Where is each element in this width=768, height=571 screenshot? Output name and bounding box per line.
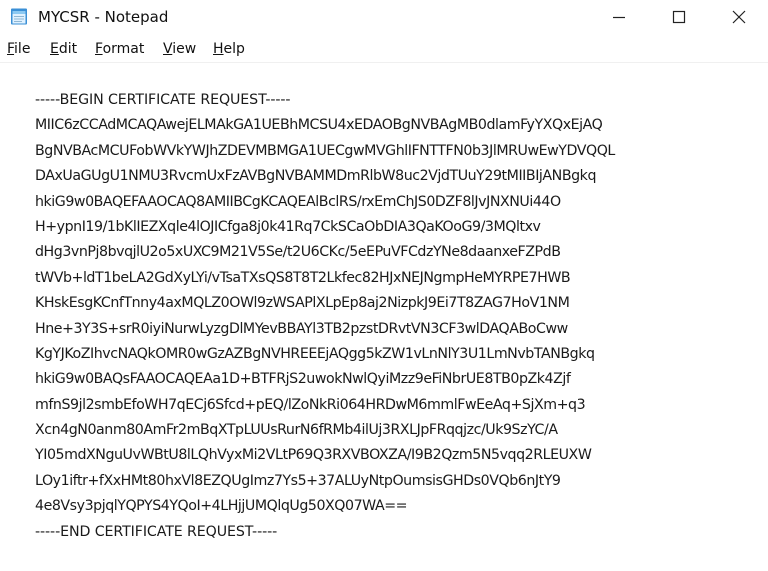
minimize-button[interactable] xyxy=(590,0,648,34)
csr-body-line: mfnS9jl2smbEfoWH7qECj6Sfcd+pEQ/lZoNkRi06… xyxy=(35,396,586,413)
csr-body-line: MIIC6zCCAdMCAQAwejELMAkGA1UEBhMCSU4xEDAO… xyxy=(35,117,603,134)
title-bar[interactable]: MYCSR - Notepad xyxy=(0,0,768,34)
csr-body-line: hkiG9w0BAQEFAAOCAQ8AMIIBCgKCAQEAlBclRS/r… xyxy=(35,193,561,210)
menu-help[interactable]: Help xyxy=(213,41,245,58)
text-editor[interactable]: -----BEGIN CERTIFICATE REQUEST----- MIIC… xyxy=(0,63,768,571)
csr-begin-line: -----BEGIN CERTIFICATE REQUEST----- xyxy=(35,92,291,108)
maximize-button[interactable] xyxy=(650,0,708,34)
close-icon xyxy=(732,10,746,24)
minimize-icon xyxy=(613,16,625,19)
csr-body-line: Xcn4gN0anm80AmFr2mBqXTpLUUsRurN6fRMb4ilU… xyxy=(35,422,558,439)
csr-body-line: H+ypnI19/1bKlIEZXqle4lOJICfga8j0k41Rq7Ck… xyxy=(35,218,541,235)
menu-view[interactable]: View xyxy=(163,41,196,58)
menu-edit[interactable]: Edit xyxy=(50,41,77,58)
window-title: MYCSR - Notepad xyxy=(38,8,169,26)
csr-body-line: YI05mdXNguUvWBtU8lLQhVyxMi2VLtP69Q3RXVBO… xyxy=(35,447,592,464)
csr-body-line: 4e8Vsy3pjqlYQPYS4YQoI+4LHjjUMQlqUg50XQ07… xyxy=(35,498,408,515)
csr-end-line: -----END CERTIFICATE REQUEST----- xyxy=(35,523,278,540)
csr-body-line: dHg3vnPj8bvqjlU2o5xUXC9M21V5Se/t2U6CKc/5… xyxy=(35,244,561,261)
csr-body-line: DAxUaGUgU1NMU3RvcmUxFzAVBgNVBAMMDmRlbW8u… xyxy=(35,168,597,185)
csr-body-line: KgYJKoZIhvcNAQkOMR0wGzAZBgNVHREEEjAQgg5k… xyxy=(35,345,595,362)
csr-body-line: KHskEsgKCnfTnny4axMQLZ0OWl9zWSAPlXLpEp8a… xyxy=(35,295,570,312)
csr-body-line: BgNVBAcMCUFobWVkYWJhZDEVMBMGA1UECgwMVGhl… xyxy=(35,142,615,159)
csr-body-line: LOy1iftr+fXxHMt80hxVl8EZQUgImz7Ys5+37ALU… xyxy=(35,472,561,489)
menu-format[interactable]: Format xyxy=(95,41,144,58)
csr-body-line: Hne+3Y3S+srR0iyiNurwLyzgDlMYevBBAYl3TB2p… xyxy=(35,320,568,337)
notepad-window: MYCSR - Notepad File Edit Format View He… xyxy=(0,0,768,571)
maximize-icon xyxy=(672,10,686,24)
close-button[interactable] xyxy=(710,0,768,34)
csr-body-line: hkiG9w0BAQsFAAOCAQEAa1D+BTFRjS2uwokNwlQy… xyxy=(35,371,571,388)
menu-file[interactable]: File xyxy=(7,41,30,58)
menu-bar: File Edit Format View Help xyxy=(0,37,768,61)
csr-body-line: tWVb+ldT1beLA2GdXyLYi/vTsaTXsQS8T8T2Lkfe… xyxy=(35,269,571,286)
notepad-icon xyxy=(10,8,28,25)
editor-text: -----BEGIN CERTIFICATE REQUEST----- MIIC… xyxy=(35,88,760,545)
